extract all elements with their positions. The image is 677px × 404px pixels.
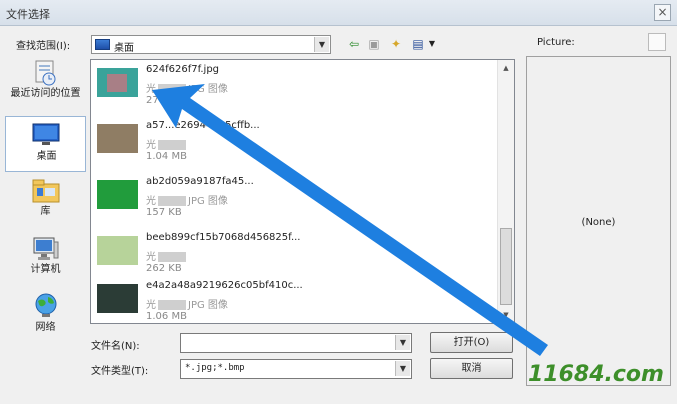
filetype-dropdown[interactable]: *.jpg;*.bmp ▼ xyxy=(180,359,412,379)
new-folder-icon[interactable]: ✦ xyxy=(388,37,404,51)
place-library[interactable]: 库 xyxy=(5,174,86,230)
file-name: a57...e26944d35cffb... xyxy=(146,120,260,131)
scroll-down-icon[interactable]: ▼ xyxy=(498,307,514,323)
window-title: 文件选择 xyxy=(6,8,50,21)
list-item[interactable]: ab2d059a9187fa45... 光 JPG 图像 157 KB xyxy=(91,172,496,230)
view-menu-arrow-icon[interactable]: ▼ xyxy=(424,37,440,51)
places-bar: 最近访问的位置 桌面 库 计算机 网络 xyxy=(5,58,86,344)
close-button[interactable]: × xyxy=(654,4,671,21)
computer-icon xyxy=(33,237,59,260)
place-label: 最近访问的位置 xyxy=(10,88,81,99)
scroll-up-icon[interactable]: ▲ xyxy=(498,60,514,76)
file-name: 624f626f7f.jpg xyxy=(146,64,220,75)
up-folder-icon[interactable]: ▣ xyxy=(366,37,382,51)
file-type: 光 JPG 图像 xyxy=(146,196,228,207)
scrollbar-thumb[interactable] xyxy=(500,228,512,305)
place-label: 库 xyxy=(40,206,51,217)
vertical-scrollbar[interactable]: ▲ ▼ xyxy=(497,60,514,323)
chevron-down-icon[interactable]: ▼ xyxy=(395,335,410,350)
place-label: 网络 xyxy=(35,322,56,333)
place-network[interactable]: 网络 xyxy=(5,290,86,346)
file-thumbnail xyxy=(97,236,138,265)
lookin-value: 桌面 xyxy=(114,43,134,54)
preview-toggle-icon[interactable] xyxy=(648,33,666,51)
file-name: ab2d059a9187fa45... xyxy=(146,176,254,187)
file-thumbnail xyxy=(97,124,138,153)
file-size: 27 xyxy=(146,95,159,106)
back-arrow-icon[interactable]: ⇦ xyxy=(346,37,362,51)
lookin-dropdown[interactable]: 桌面 ▼ xyxy=(91,35,331,54)
file-thumbnail xyxy=(97,284,138,313)
watermark: 11684.com xyxy=(528,362,664,387)
filename-label: 文件名(N): xyxy=(91,341,140,352)
file-type: 光 JPG 图像 xyxy=(146,84,228,95)
file-type: 光 JPG 图像 xyxy=(146,300,228,311)
open-button[interactable]: 打开(O) xyxy=(430,332,513,353)
network-icon xyxy=(35,293,57,317)
file-thumbnail xyxy=(97,180,138,209)
place-computer[interactable]: 计算机 xyxy=(5,232,86,288)
title-bar: 文件选择 × xyxy=(0,0,677,26)
filetype-value: *.jpg;*.bmp xyxy=(185,363,245,373)
file-type: 光 xyxy=(146,248,188,263)
filetype-label: 文件类型(T): xyxy=(91,366,149,377)
list-item[interactable]: a57...e26944d35cffb... 光 1.04 MB xyxy=(91,116,496,174)
file-size: 262 KB xyxy=(146,263,182,274)
file-size: 1.04 MB xyxy=(146,151,187,162)
file-size: 1.06 MB xyxy=(146,311,187,322)
chevron-down-icon[interactable]: ▼ xyxy=(314,37,329,52)
list-item[interactable]: 624f626f7f.jpg 光 JPG 图像 27 xyxy=(91,60,496,118)
desktop-icon xyxy=(95,39,110,50)
recent-places-icon xyxy=(35,60,56,86)
file-list[interactable]: 624f626f7f.jpg 光 JPG 图像 27 a57...e26944d3… xyxy=(90,59,515,324)
file-type: 光 xyxy=(146,136,188,151)
place-label: 桌面 xyxy=(36,151,57,162)
desktop-icon xyxy=(32,123,60,145)
place-desktop[interactable]: 桌面 xyxy=(5,116,86,172)
library-icon xyxy=(32,179,60,203)
file-name: e4a2a48a9219626c05bf410c... xyxy=(146,280,303,291)
preview-none-text: (None) xyxy=(581,217,616,228)
preview-label: Picture: xyxy=(537,37,575,48)
chevron-down-icon[interactable]: ▼ xyxy=(395,361,410,376)
file-size: 157 KB xyxy=(146,207,182,218)
file-thumbnail xyxy=(97,68,138,97)
list-item[interactable]: e4a2a48a9219626c05bf410c... 光 JPG 图像 1.06… xyxy=(91,276,496,323)
place-recent[interactable]: 最近访问的位置 xyxy=(5,58,86,114)
place-label: 计算机 xyxy=(30,264,61,275)
lookin-label: 查找范围(I): xyxy=(16,41,71,52)
file-name: beeb899cf15b7068d456825f... xyxy=(146,232,301,243)
filename-input[interactable]: ▼ xyxy=(180,333,412,353)
preview-pane: (None) xyxy=(526,56,671,386)
cancel-button[interactable]: 取消 xyxy=(430,358,513,379)
